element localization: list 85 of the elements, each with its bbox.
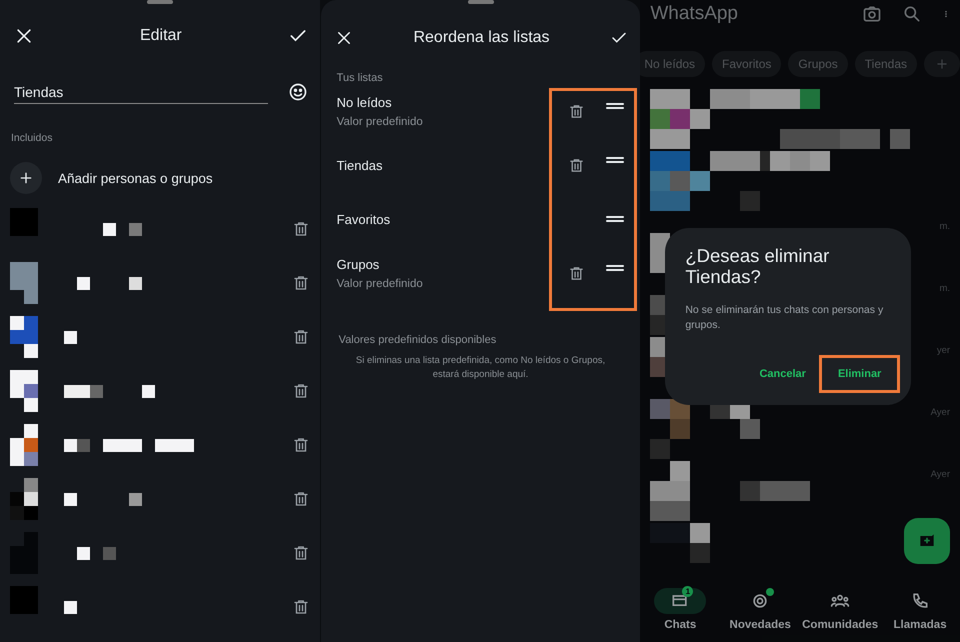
- camera-icon: [862, 4, 882, 24]
- trash-icon: [292, 598, 310, 616]
- section-label: Tus listas: [336, 72, 383, 84]
- list-subtitle: Valor predefinido: [336, 278, 424, 290]
- drag-handle-icon: [606, 216, 624, 222]
- pixelated-avatar: [10, 586, 38, 614]
- delete-button[interactable]: [292, 598, 310, 616]
- plus-icon: [935, 57, 950, 71]
- unread-badge: 1: [682, 586, 694, 597]
- nav-tab[interactable]: Novedades: [720, 584, 800, 642]
- camera-button[interactable]: [862, 4, 882, 24]
- pixelated-message: [740, 481, 810, 501]
- list-name: Tiendas: [336, 158, 384, 172]
- nav-tab[interactable]: Comunidades: [800, 584, 880, 642]
- delete-button[interactable]: [292, 328, 310, 346]
- app-title: WhatsApp: [650, 3, 739, 25]
- plus-icon: [18, 170, 34, 186]
- chat-time: yer: [936, 344, 950, 356]
- delete-button[interactable]: [292, 220, 310, 238]
- drag-handle[interactable]: [468, 0, 494, 4]
- pixelated-avatar: [10, 424, 38, 466]
- list-name: Favoritos: [336, 212, 392, 226]
- trash-icon: [568, 264, 586, 282]
- emoji-button[interactable]: [288, 82, 308, 102]
- delete-button[interactable]: [292, 382, 310, 400]
- trash-icon: [292, 544, 310, 562]
- dialog-button[interactable]: Cancelar: [751, 358, 814, 390]
- delete-button[interactable]: [568, 156, 586, 174]
- search-button[interactable]: [902, 4, 922, 24]
- pixelated-name: [77, 546, 116, 560]
- nav-tab[interactable]: 1 Chats: [640, 584, 720, 642]
- section-label: Valores predefinidos disponibles: [338, 334, 496, 346]
- pixelated-avatar: [650, 89, 710, 149]
- list-name: Grupos: [336, 256, 380, 272]
- trash-icon: [292, 274, 310, 292]
- info-text: Si eliminas una lista predefinida, como No leídos o Grupos, estará disponible aquí.: [354, 354, 606, 382]
- delete-button[interactable]: [568, 102, 586, 120]
- chat-time: m.: [939, 282, 950, 294]
- delete-button[interactable]: [292, 544, 310, 562]
- trash-icon: [292, 490, 310, 508]
- dialog-title: ¿Deseas eliminar Tiendas?: [685, 246, 830, 288]
- pixelated-avatar: [650, 399, 690, 459]
- add-members-button[interactable]: Añadir personas o grupos: [0, 154, 320, 202]
- trash-icon: [292, 382, 310, 400]
- pixelated-avatar: [10, 370, 38, 412]
- pixelated-name: [103, 222, 142, 236]
- drag-handle-icon: [606, 264, 624, 270]
- chat-time: Ayer: [930, 406, 950, 418]
- chat-time: Ayer: [930, 468, 950, 480]
- new-chat-button[interactable]: [904, 518, 950, 564]
- emoji-icon: [288, 82, 308, 102]
- list-name-field[interactable]: Tiendas: [14, 80, 268, 104]
- screen-title: Editar: [138, 27, 183, 45]
- pixelated-avatar: [650, 461, 690, 521]
- section-label: Incluidos: [11, 132, 52, 144]
- pixelated-name: [77, 276, 142, 290]
- pixelated-avatar: [650, 151, 710, 211]
- delete-button[interactable]: [568, 264, 586, 282]
- pixelated-name: [64, 330, 77, 344]
- pixelated-name: [64, 600, 77, 614]
- trash-icon: [568, 156, 586, 174]
- pixelated-avatar: [10, 262, 38, 304]
- dialog-message: No se eliminarán tus chats con personas y grupos.: [685, 303, 884, 333]
- drag-handle[interactable]: [146, 0, 173, 4]
- pixelated-avatar: [10, 316, 38, 358]
- delete-button[interactable]: [292, 274, 310, 292]
- trash-icon: [292, 436, 310, 454]
- pixelated-avatar: [10, 478, 38, 520]
- list-subtitle: Valor predefinido: [336, 116, 424, 128]
- dialog-button[interactable]: Eliminar: [822, 358, 898, 390]
- screen-title: Reordena las listas: [412, 29, 551, 47]
- chat-time: m.: [939, 220, 950, 232]
- delete-button[interactable]: [292, 490, 310, 508]
- delete-button[interactable]: [292, 436, 310, 454]
- pixelated-avatar: [10, 208, 38, 236]
- reorder-handle[interactable]: [606, 216, 624, 222]
- drag-handle-icon: [606, 156, 624, 162]
- pixelated-avatar: [650, 523, 710, 563]
- search-icon: [902, 4, 922, 24]
- list-name: No leídos: [336, 94, 393, 110]
- trash-icon: [292, 328, 310, 346]
- nav-tab[interactable]: Llamadas: [880, 584, 960, 642]
- trash-icon: [292, 220, 310, 238]
- drag-handle-icon: [606, 102, 624, 108]
- trash-icon: [568, 102, 586, 120]
